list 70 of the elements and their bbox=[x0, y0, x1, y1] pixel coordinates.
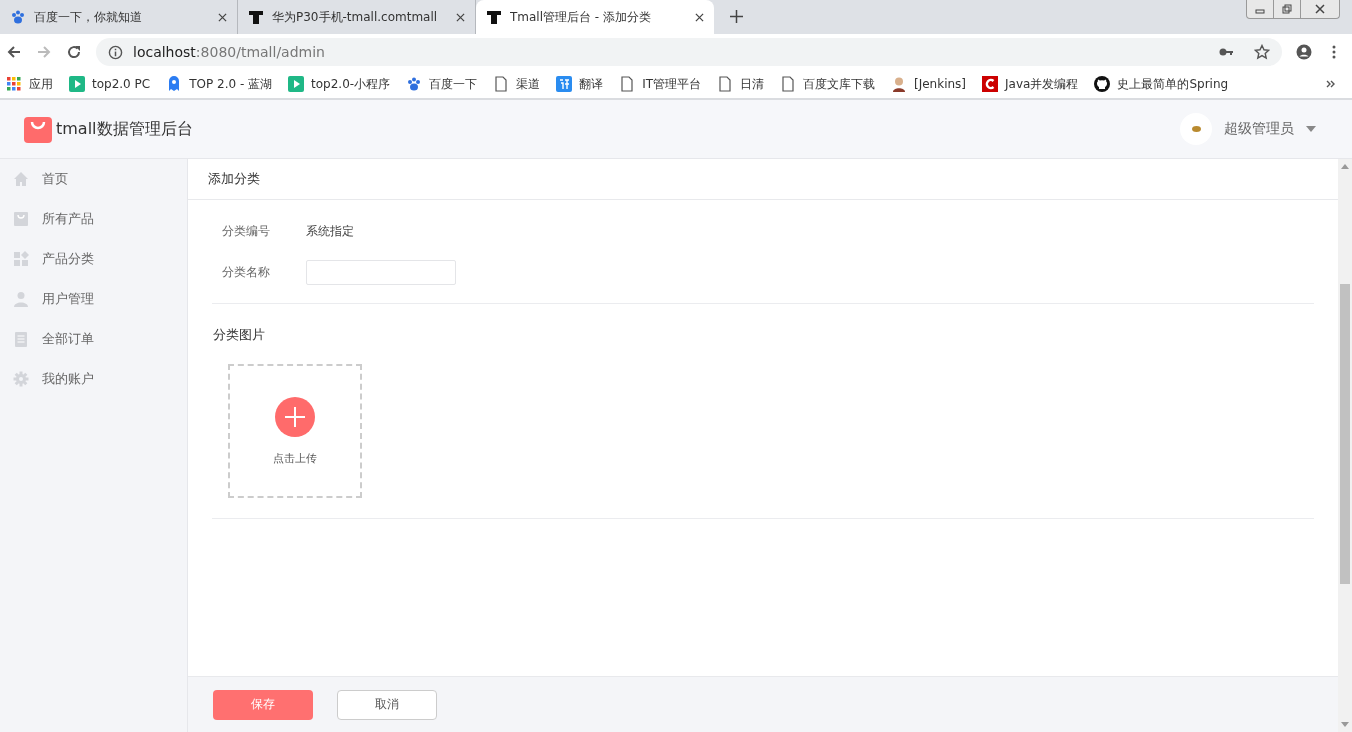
paw-icon bbox=[10, 9, 26, 25]
close-icon bbox=[1314, 3, 1326, 15]
avatar-icon bbox=[891, 76, 907, 92]
grid-icon bbox=[13, 251, 29, 267]
settings-icon bbox=[13, 371, 29, 387]
bookmark-item[interactable]: 日清 bbox=[717, 75, 764, 93]
double-chevron-icon[interactable] bbox=[1326, 80, 1336, 88]
star-icon[interactable] bbox=[1254, 44, 1270, 60]
bookmark-item[interactable]: 百度文库下载 bbox=[780, 75, 875, 93]
user-avatar bbox=[1180, 113, 1212, 145]
address-bar[interactable]: localhost:8080/tmall/admin bbox=[96, 38, 1282, 66]
clipboard-icon bbox=[13, 331, 29, 347]
restore-icon bbox=[1281, 3, 1293, 15]
browser-tab[interactable]: 百度一下，你就知道 bbox=[0, 0, 238, 34]
paw-icon bbox=[406, 76, 423, 92]
field-label: 分类名称 bbox=[222, 264, 271, 281]
close-tab-icon[interactable] bbox=[695, 12, 704, 22]
bookmark-item[interactable]: Java并发编程 bbox=[982, 75, 1079, 93]
bookmark-item[interactable]: top2.0 PC bbox=[69, 76, 151, 92]
c-logo-icon bbox=[982, 76, 999, 92]
back-arrow-icon[interactable] bbox=[6, 44, 22, 60]
bookmark-item[interactable]: 史上最简单的Spring bbox=[1094, 75, 1229, 93]
translate-icon bbox=[556, 76, 573, 92]
field-value: 系统指定 bbox=[306, 223, 354, 240]
house-icon bbox=[13, 171, 29, 187]
apps-grid-icon bbox=[6, 76, 22, 92]
browser-tab[interactable]: Tmall管理后台 - 添加分类 bbox=[476, 0, 714, 34]
page-icon bbox=[717, 76, 733, 92]
caret-icon bbox=[1306, 126, 1316, 132]
sidebar-item[interactable]: 所有产品 bbox=[0, 199, 187, 239]
shopping-bag-icon bbox=[24, 115, 52, 143]
person-icon bbox=[13, 291, 29, 307]
bookmark-item[interactable]: 百度一下 bbox=[406, 75, 478, 93]
bookmark-item[interactable]: top2.0-小程序 bbox=[288, 75, 391, 93]
bookmark-item[interactable]: 渠道 bbox=[493, 75, 541, 93]
input-field[interactable] bbox=[306, 260, 456, 285]
page-icon bbox=[619, 76, 636, 92]
upload-area[interactable]: 点击上传 bbox=[228, 364, 362, 498]
bookmark-item[interactable]: 应用 bbox=[6, 75, 53, 93]
close-tab-icon[interactable] bbox=[218, 12, 227, 22]
profile-icon[interactable] bbox=[1296, 44, 1312, 60]
app-title: tmall数据管理后台 bbox=[56, 118, 193, 140]
play-icon bbox=[288, 76, 305, 92]
cat-silhouette-icon bbox=[1094, 76, 1111, 92]
sidebar-item[interactable]: 首页 bbox=[0, 159, 187, 199]
field-label: 分类编号 bbox=[222, 223, 271, 240]
user-menu[interactable]: 超级管理员 bbox=[1180, 113, 1316, 145]
url-text: localhost:8080/tmall/admin bbox=[133, 44, 325, 60]
section-label: 分类图片 bbox=[213, 326, 266, 344]
scrollbar[interactable] bbox=[1338, 159, 1352, 732]
sidebar-item[interactable]: 全部订单 bbox=[0, 319, 187, 359]
new-tab-icon[interactable] bbox=[730, 10, 743, 23]
page-title: 添加分类 bbox=[188, 159, 1338, 200]
scrollbar-thumb[interactable] bbox=[1340, 284, 1350, 584]
page-icon bbox=[493, 76, 510, 92]
bookmark-item[interactable]: TOP 2.0 - 蓝湖 bbox=[166, 75, 273, 93]
bookmark-item[interactable]: 翻译 bbox=[556, 75, 604, 93]
bag-icon bbox=[13, 211, 29, 227]
info-icon bbox=[108, 44, 123, 60]
bookmark-item[interactable]: IT管理平台 bbox=[619, 75, 701, 93]
reload-icon[interactable] bbox=[66, 44, 82, 60]
cancel-button[interactable]: 取消 bbox=[337, 689, 437, 720]
plus-icon bbox=[275, 396, 315, 437]
play-icon bbox=[69, 76, 85, 92]
page-icon bbox=[780, 76, 796, 92]
sidebar-item[interactable]: 我的账户 bbox=[0, 359, 187, 399]
sidebar-item[interactable]: 产品分类 bbox=[0, 239, 187, 279]
bookmark-item[interactable]: [Jenkins] bbox=[891, 76, 967, 92]
sidebar-item[interactable]: 用户管理 bbox=[0, 279, 187, 319]
close-tab-icon[interactable] bbox=[456, 12, 465, 22]
